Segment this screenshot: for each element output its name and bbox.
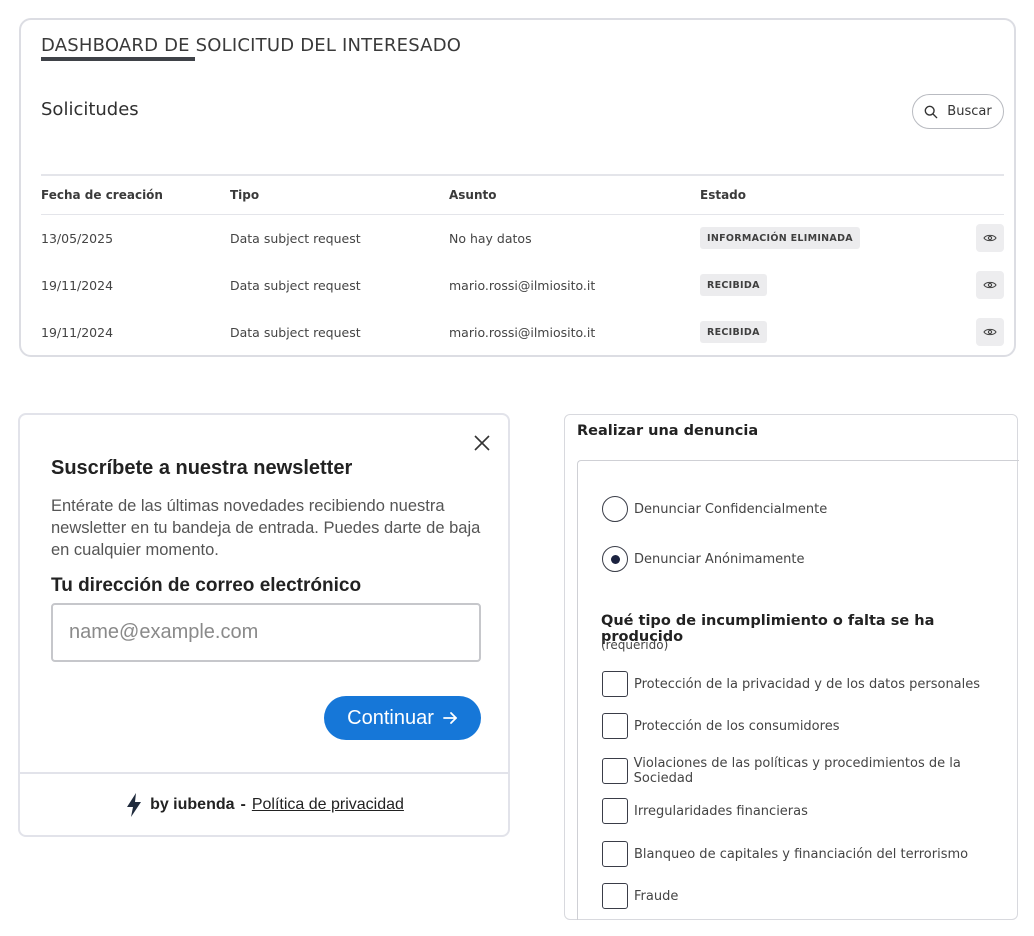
iubenda-credit: by iubenda <box>150 795 235 813</box>
newsletter-footer: by iubenda - Política de privacidad <box>20 774 508 835</box>
table-header-divider <box>41 214 1004 215</box>
column-header-date[interactable]: Fecha de creación <box>41 188 163 202</box>
row-3-subject: mario.rossi@ilmiosito.it <box>449 325 596 340</box>
checkbox-consumers[interactable]: Protección de los consumidores <box>602 713 839 739</box>
row-3-date: 19/11/2024 <box>41 325 114 340</box>
eye-icon <box>983 281 997 289</box>
radio-anonymous-label: Denunciar Anónimamente <box>634 551 805 567</box>
requests-heading: Solicitudes <box>41 99 139 120</box>
continue-button[interactable]: Continuar <box>324 696 481 740</box>
footer-separator: - <box>240 795 246 813</box>
report-form-panel: Denunciar Confidencialmente Denunciar An… <box>577 460 1019 920</box>
newsletter-description: Entérate de las últimas novedades recibi… <box>51 497 481 559</box>
radio-dot <box>610 554 620 564</box>
checkbox-privacy[interactable]: Protección de la privacidad y de los dat… <box>602 671 980 697</box>
row-1-view-button[interactable] <box>976 224 1004 252</box>
search-button[interactable]: Buscar <box>912 94 1004 129</box>
report-title: Realizar una denuncia <box>577 423 759 439</box>
row-2-status-badge: RECIBIDA <box>700 274 767 296</box>
search-icon <box>924 105 938 118</box>
row-3-type: Data subject request <box>230 325 361 340</box>
close-icon[interactable] <box>472 433 492 453</box>
arrow-right-icon <box>442 712 457 724</box>
row-2-type: Data subject request <box>230 278 361 293</box>
radio-confidential-label: Denunciar Confidencialmente <box>634 501 828 517</box>
eye-icon <box>983 234 997 242</box>
column-header-status[interactable]: Estado <box>700 188 746 202</box>
row-2-subject: mario.rossi@ilmiosito.it <box>449 278 596 293</box>
radio-confidential[interactable]: Denunciar Confidencialmente <box>602 496 827 522</box>
email-field[interactable] <box>51 603 481 662</box>
checkbox-label: Protección de los consumidores <box>634 718 840 734</box>
checkbox-label: Fraude <box>634 888 679 904</box>
row-3-view-button[interactable] <box>976 318 1004 346</box>
eye-icon <box>983 328 997 336</box>
checkbox-label: Blanqueo de capitales y financiación del… <box>634 846 969 862</box>
dashboard-card: DASHBOARD DE SOLICITUD DEL INTERESADO So… <box>19 18 1016 357</box>
title-underline <box>41 57 195 61</box>
radio-unselected[interactable] <box>602 496 628 522</box>
newsletter-title: Suscríbete a nuestra newsletter <box>51 457 353 479</box>
checkbox[interactable] <box>602 671 628 697</box>
column-header-subject[interactable]: Asunto <box>449 188 497 202</box>
radio-selected[interactable] <box>602 546 628 572</box>
row-3-status-badge: RECIBIDA <box>700 321 767 343</box>
radio-anonymous[interactable]: Denunciar Anónimamente <box>602 546 805 572</box>
lightning-bolt-icon <box>127 792 142 817</box>
email-label: Tu dirección de correo electrónico <box>51 575 362 596</box>
dashboard-title: DASHBOARD DE SOLICITUD DEL INTERESADO <box>41 35 462 56</box>
report-card: Realizar una denuncia Denunciar Confiden… <box>564 414 1019 920</box>
table-top-border <box>41 174 1004 176</box>
checkbox[interactable] <box>602 883 628 909</box>
row-2-date: 19/11/2024 <box>41 278 114 293</box>
newsletter-card: Suscríbete a nuestra newsletter Entérate… <box>18 413 510 837</box>
row-2-view-button[interactable] <box>976 271 1004 299</box>
checkbox-fraud[interactable]: Fraude <box>602 883 678 909</box>
row-1-subject: No hay datos <box>449 231 532 246</box>
checkbox-label: Violaciones de las políticas y procedimi… <box>633 756 961 786</box>
row-1-status-badge: INFORMACIÓN ELIMINADA <box>700 227 860 249</box>
checkbox-label: Protección de la privacidad y de los dat… <box>634 676 981 692</box>
checkbox-financial[interactable]: Irregularidades financieras <box>602 798 808 824</box>
required-note: (requerido) <box>601 638 669 652</box>
search-label: Buscar <box>947 104 992 119</box>
column-header-type[interactable]: Tipo <box>230 188 259 202</box>
continue-label: Continuar <box>347 706 434 729</box>
checkbox-money-laundering[interactable]: Blanqueo de capitales y financiación del… <box>602 841 968 867</box>
checkbox[interactable] <box>602 798 628 824</box>
row-1-date: 13/05/2025 <box>41 231 114 246</box>
checkbox[interactable] <box>602 841 628 867</box>
checkbox[interactable] <box>602 713 628 739</box>
row-1-type: Data subject request <box>230 231 361 246</box>
checkbox[interactable] <box>602 758 628 784</box>
privacy-policy-link[interactable]: Política de privacidad <box>252 796 404 814</box>
checkbox-label: Irregularidades financieras <box>634 803 808 819</box>
checkbox-policy-violations[interactable]: Violaciones de las políticas y procedimi… <box>602 756 1019 786</box>
